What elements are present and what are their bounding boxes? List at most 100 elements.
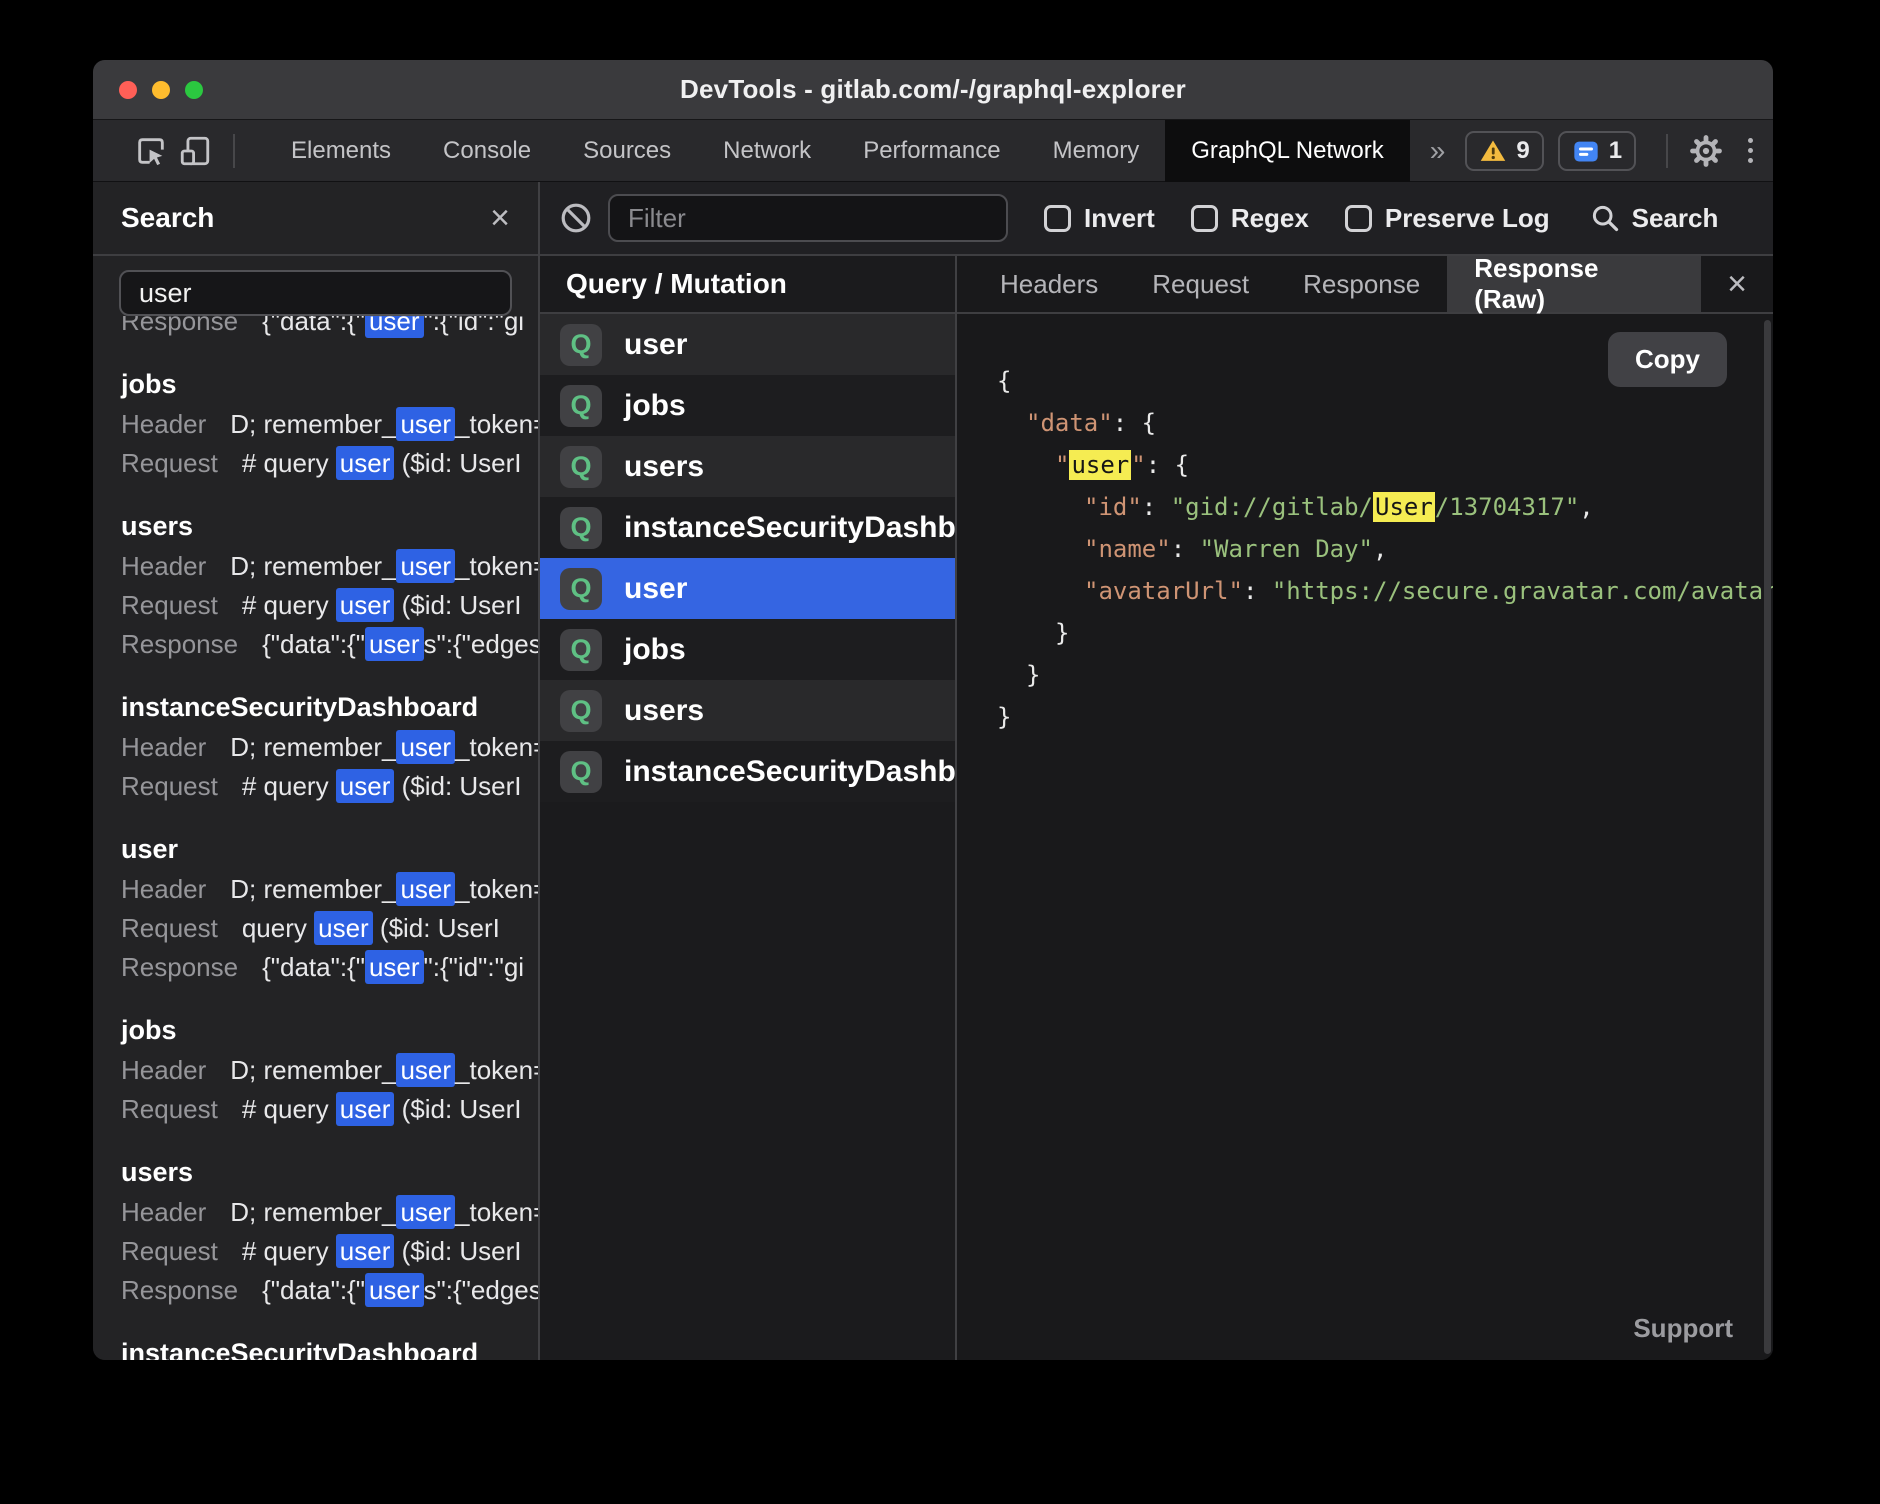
close-search-button[interactable]: ×	[490, 201, 510, 235]
gear-icon	[1689, 134, 1723, 168]
query-item-user[interactable]: Quser	[540, 314, 955, 375]
json-token: "gid://gitlab/	[1171, 493, 1373, 521]
json-token: "avatarUrl"	[1084, 577, 1243, 605]
query-item-users[interactable]: Qusers	[540, 680, 955, 741]
query-item-label: users	[624, 450, 704, 484]
chevron-double-right-icon: »	[1430, 135, 1446, 167]
search-result-name: users	[121, 505, 538, 547]
result-field-label: Header	[121, 1197, 206, 1227]
search-result-row[interactable]: Request# query user ($id: UserI	[121, 586, 538, 625]
result-text-segment: query	[242, 913, 314, 943]
toolbar-tab-elements[interactable]: Elements	[265, 120, 417, 182]
search-result-row[interactable]: Response{"data":{"users":{"edges	[121, 625, 538, 664]
result-text-segment: # query	[242, 590, 336, 620]
search-result-row[interactable]: Request# query user ($id: UserI	[121, 1090, 538, 1129]
more-tabs-button[interactable]: »	[1410, 135, 1466, 167]
json-line: "user": {	[997, 444, 1753, 486]
support-link[interactable]: Support	[1633, 1313, 1733, 1344]
result-field-value: {"data":{"user":{"id":"gi	[262, 316, 524, 338]
query-item-jobs[interactable]: Qjobs	[540, 619, 955, 680]
checkbox-regex[interactable]: Regex	[1191, 203, 1309, 234]
detail-tab-response-raw[interactable]: Response (Raw)	[1447, 256, 1701, 312]
search-toggle-button[interactable]: Search	[1590, 203, 1719, 234]
detail-scrollbar[interactable]	[1764, 320, 1771, 1354]
query-item-user[interactable]: Quser	[540, 558, 955, 619]
toolbar-tab-sources[interactable]: Sources	[557, 120, 697, 182]
block-icon	[560, 202, 592, 234]
toolbar-tab-performance[interactable]: Performance	[837, 120, 1026, 182]
search-result-row[interactable]: Response{"data":{"users":{"edges	[121, 1271, 538, 1310]
minimize-button[interactable]	[152, 81, 170, 99]
settings-button[interactable]	[1684, 129, 1728, 173]
search-result-row[interactable]: Request# query user ($id: UserI	[121, 444, 538, 483]
search-result-row[interactable]: HeaderD; remember_user_token=e	[121, 1051, 538, 1090]
query-item-jobs[interactable]: Qjobs	[540, 375, 955, 436]
query-item-instancesecuritydashboard[interactable]: QinstanceSecurityDashboard	[540, 497, 955, 558]
search-result-row[interactable]: HeaderD; remember_user_token=e	[121, 728, 538, 767]
search-result-row[interactable]: Request# query user ($id: UserI	[121, 1232, 538, 1271]
search-input[interactable]	[119, 270, 512, 316]
inspect-element-button[interactable]	[129, 129, 173, 173]
search-result-row[interactable]: Request# query user ($id: UserI	[121, 767, 538, 806]
zoom-button[interactable]	[185, 81, 203, 99]
window-title: DevTools - gitlab.com/-/graphql-explorer	[93, 74, 1773, 105]
result-field-label: Header	[121, 732, 206, 762]
result-field-label: Request	[121, 1236, 218, 1266]
json-line: }	[997, 654, 1753, 696]
highlighted-match: user	[396, 1053, 455, 1087]
search-result-row[interactable]: HeaderD; remember_user_token=e	[121, 1193, 538, 1232]
menu-button[interactable]	[1728, 129, 1772, 173]
search-panel-header: Search ×	[93, 182, 538, 256]
toolbar-tab-memory[interactable]: Memory	[1027, 120, 1166, 182]
toolbar-tab-graphql-network[interactable]: GraphQL Network	[1165, 120, 1410, 182]
filter-input[interactable]	[608, 194, 1008, 242]
checkbox-preserve-log[interactable]: Preserve Log	[1345, 203, 1550, 234]
query-type-badge: Q	[560, 446, 602, 488]
search-result-row[interactable]: Response {"data":{"user":{"id":"gi	[121, 316, 538, 341]
result-text-segment: {"data":{"	[262, 1275, 365, 1305]
search-result-row[interactable]: HeaderD; remember_user_token=e	[121, 547, 538, 586]
search-result-row[interactable]: Requestquery user ($id: UserI	[121, 909, 538, 948]
detail-tab-response[interactable]: Response	[1276, 256, 1447, 312]
query-item-label: instanceSecurityDashboard	[624, 511, 955, 545]
toolbar-tab-network[interactable]: Network	[697, 120, 837, 182]
traffic-lights	[119, 60, 203, 119]
json-token: ,	[1373, 535, 1387, 563]
search-match-highlight: User	[1373, 492, 1435, 522]
close-button[interactable]	[119, 81, 137, 99]
checkbox-box	[1345, 205, 1372, 232]
result-field-label: Response	[121, 316, 238, 336]
query-type-badge: Q	[560, 507, 602, 549]
search-result-name: jobs	[121, 363, 538, 405]
search-result-row[interactable]: Response{"data":{"user":{"id":"gi	[121, 948, 538, 987]
json-token: :	[1171, 535, 1200, 563]
detail-tab-headers[interactable]: Headers	[973, 256, 1125, 312]
toolbar-tab-console[interactable]: Console	[417, 120, 557, 182]
search-result-name: instanceSecurityDashboard	[121, 686, 538, 728]
main-content: Search × Response {"data":{"user":{"id":"…	[93, 182, 1773, 1360]
result-text-segment: D; remember_	[230, 1055, 396, 1085]
close-detail-button[interactable]: ×	[1701, 256, 1773, 312]
search-result-name: instanceSecurityDashboard	[121, 1332, 538, 1360]
query-item-instancesecuritydashboard[interactable]: QinstanceSecurityDashboard	[540, 741, 955, 802]
json-line: }	[997, 696, 1753, 738]
detail-tab-request[interactable]: Request	[1125, 256, 1276, 312]
devtools-window: DevTools - gitlab.com/-/graphql-explorer…	[93, 60, 1773, 1360]
warning-icon	[1479, 137, 1507, 165]
search-result-row[interactable]: HeaderD; remember_user_token=e	[121, 405, 538, 444]
device-toolbar-button[interactable]	[173, 129, 217, 173]
highlighted-match: user	[314, 911, 373, 945]
network-region: Invert Regex Preserve Log Search Query / M…	[540, 182, 1773, 1360]
json-line: "data": {	[997, 402, 1753, 444]
query-item-users[interactable]: Qusers	[540, 436, 955, 497]
clear-button[interactable]	[552, 194, 600, 242]
query-panel-title: Query / Mutation	[540, 256, 955, 314]
query-type-badge: Q	[560, 690, 602, 732]
messages-badge[interactable]: 1	[1558, 131, 1636, 171]
copy-button[interactable]: Copy	[1608, 332, 1727, 387]
result-field-value: {"data":{"user":{"id":"gi	[262, 950, 524, 984]
search-result-row[interactable]: HeaderD; remember_user_token=e	[121, 870, 538, 909]
warnings-badge[interactable]: 9	[1465, 131, 1543, 171]
result-text-segment: _token=e	[455, 551, 538, 581]
checkbox-invert[interactable]: Invert	[1044, 203, 1155, 234]
